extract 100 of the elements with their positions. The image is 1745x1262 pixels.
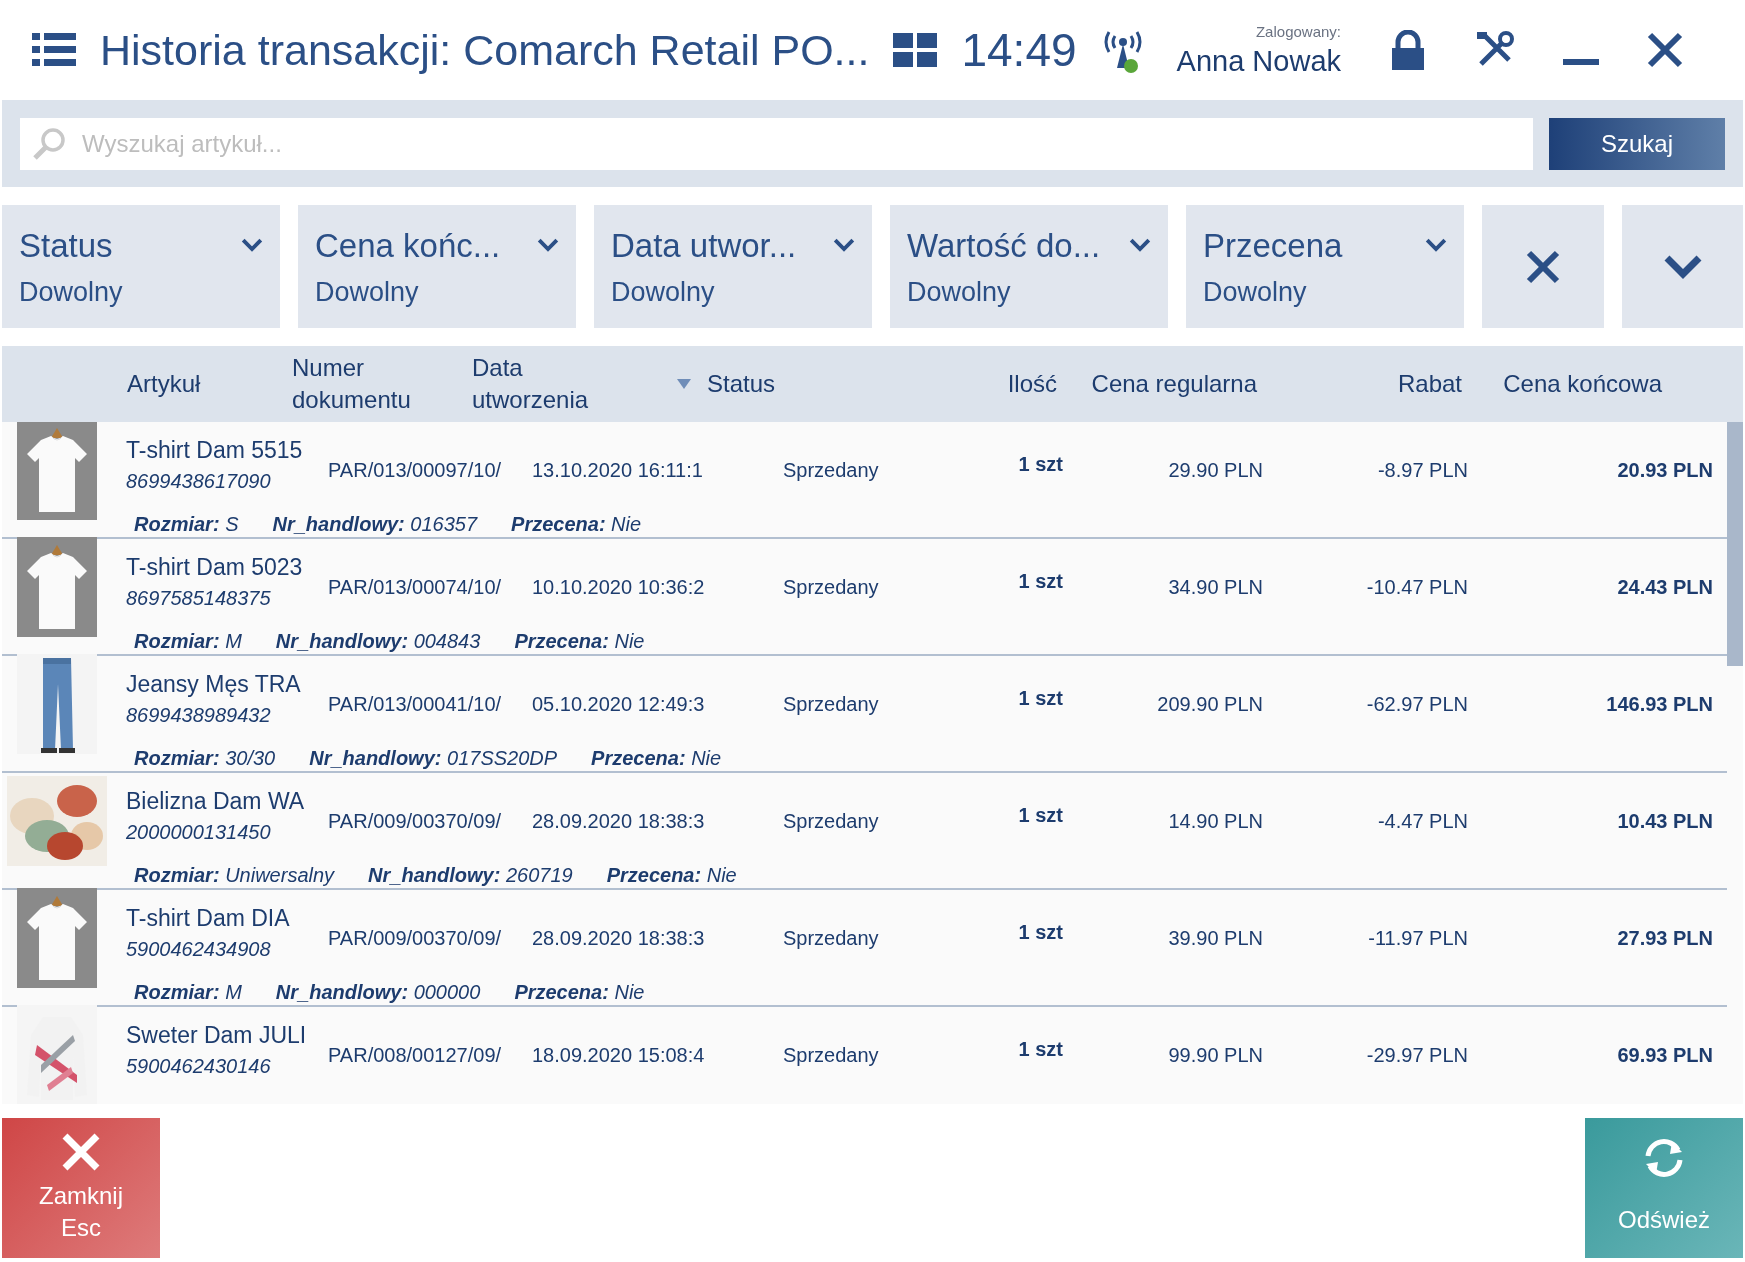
document-number: PAR/009/00370/09/ [328, 926, 502, 951]
date-cell-text: 13.10.2020 16:11:1 [532, 458, 703, 483]
column-header[interactable]: Ilość [1007, 370, 1057, 397]
user-name: Anna Nowak [1176, 44, 1341, 80]
item-detail: Nr_handlowy: 000000 [275, 980, 481, 1005]
item-detail: Przecena: Nie [514, 629, 645, 654]
item-name: Sweter Dam JULI [126, 1021, 307, 1050]
item-code: 8699438989432 [126, 703, 271, 728]
column-header[interactable]: Cena regularna [1091, 370, 1257, 397]
regular-price-cell-text: 209.90 PLN [1157, 692, 1263, 717]
chevron-down-icon [833, 238, 855, 253]
item-detail: Rozmiar: M [134, 629, 242, 654]
document-number: PAR/008/00127/09/ [328, 1043, 502, 1068]
item-detail: Rozmiar: Uniwersalny [134, 863, 335, 888]
filter-dropdown[interactable]: Data utwor... Dowolny [594, 205, 872, 328]
item-detail: Rozmiar: S [134, 512, 239, 537]
filter-dropdown[interactable]: Przecena Dowolny [1186, 205, 1464, 328]
grid-icon[interactable] [893, 33, 938, 67]
close-icon[interactable] [1647, 32, 1683, 68]
filter-dropdown[interactable]: Cena końc... Dowolny [298, 205, 576, 328]
item-code: 5900462430146 [126, 1054, 271, 1079]
item-detail: Przecena: Nie [606, 863, 737, 888]
chevron-down-icon [537, 238, 559, 253]
transaction-row[interactable]: T-shirt Dam 5515 8699438617090 PAR/013/00097/10/ 13.10.2020 16:11:1 Sprzedany 1 szt 29.90 PLN -8.97 PLN 20.93 PLN Rozmiar: S Nr_handlowy: 016357 Przecena: Nie [2, 422, 1727, 539]
lock-icon[interactable] [1389, 30, 1427, 70]
item-detail: Rozmiar: 30/30 [134, 746, 276, 771]
chevron-down-icon [241, 238, 263, 253]
final-price-cell-text: 24.43 PLN [1617, 575, 1713, 600]
status-cell-text: Sprzedany [783, 692, 879, 717]
search-icon [32, 126, 66, 161]
search-field[interactable]: Wyszukaj artykuł... [20, 117, 1533, 170]
item-detail: Rozmiar: M [134, 980, 242, 1005]
transaction-row[interactable]: T-shirt Dam 5023 8697585148375 PAR/013/00074/10/ 10.10.2020 10:36:2 Sprzedany 1 szt 34.90 PLN -10.47 PLN 24.43 PLN Rozmiar: M Nr_handlowy: 004843 Przecena: Nie [2, 539, 1727, 656]
discount-cell-text: -11.97 PLN [1368, 926, 1468, 951]
item-detail: Przecena: Nie [514, 980, 645, 1005]
menu-icon[interactable] [32, 33, 76, 67]
column-header[interactable]: Numer dokumentu [292, 352, 452, 416]
item-detail: Przecena: Nie [591, 746, 722, 771]
close-button[interactable]: Zamknij Esc [2, 1118, 160, 1258]
sort-arrow-icon [677, 379, 691, 389]
quantity-cell-text: 1 szt [1018, 920, 1063, 945]
transaction-row[interactable]: Bielizna Dam WA 2000000131450 PAR/009/00370/09/ 28.09.2020 18:38:3 Sprzedany 1 szt 14.90 PLN -4.47 PLN 10.43 PLN Rozmiar: Uniwersalny Nr_handlowy: 260719 Przecena: Nie [2, 773, 1727, 890]
item-name: Bielizna Dam WA [126, 787, 305, 816]
item-detail: Nr_handlowy: 004843 [275, 629, 481, 654]
window-title: Historia transakcji: Comarch Retail PO... [100, 24, 870, 76]
final-price-cell-text: 27.93 PLN [1617, 926, 1713, 951]
scrollbar[interactable] [1727, 422, 1743, 666]
column-header[interactable]: Data utworzenia [472, 352, 691, 416]
filter-dropdown[interactable]: Status Dowolny [2, 205, 280, 328]
status-cell-text: Sprzedany [783, 1043, 879, 1068]
close-icon [61, 1132, 101, 1172]
regular-price-cell-text: 34.90 PLN [1168, 575, 1263, 600]
chevron-down-icon [1662, 253, 1703, 280]
item-detail: Nr_handlowy: 017SS20DP [309, 746, 558, 771]
final-price-cell-text: 20.93 PLN [1617, 458, 1713, 483]
close-icon [1526, 249, 1560, 284]
quantity-cell-text: 1 szt [1018, 803, 1063, 828]
search-button[interactable]: Szukaj [1549, 117, 1725, 170]
item-name: T-shirt Dam 5023 [126, 553, 303, 582]
date-cell-text: 05.10.2020 12:49:3 [532, 692, 705, 717]
regular-price-cell-text: 39.90 PLN [1168, 926, 1263, 951]
quantity-cell-text: 1 szt [1018, 1037, 1063, 1062]
date-cell-text: 28.09.2020 18:38:3 [532, 809, 705, 834]
final-price-cell-text: 10.43 PLN [1617, 809, 1713, 834]
clear-filters-button[interactable] [1482, 205, 1604, 328]
date-cell-text: 10.10.2020 10:36:2 [532, 575, 705, 600]
item-code: 8699438617090 [126, 469, 271, 494]
discount-cell-text: -62.97 PLN [1366, 692, 1468, 717]
regular-price-cell-text: 29.90 PLN [1168, 458, 1263, 483]
final-price-cell-text: 69.93 PLN [1617, 1043, 1713, 1068]
column-header[interactable]: Cena końcowa [1503, 370, 1662, 397]
transaction-row[interactable]: T-shirt Dam DIA 5900462434908 PAR/009/00370/09/ 28.09.2020 18:38:3 Sprzedany 1 szt 39.90 PLN -11.97 PLN 27.93 PLN Rozmiar: M Nr_handlowy: 000000 Przecena: Nie [2, 890, 1727, 1007]
regular-price-cell-text: 99.90 PLN [1168, 1043, 1263, 1068]
column-header[interactable]: Status [707, 370, 776, 397]
regular-price-cell-text: 14.90 PLN [1168, 809, 1263, 834]
column-header[interactable]: Artykuł [127, 370, 201, 397]
chevron-down-icon [1425, 238, 1447, 253]
date-cell-text: 18.09.2020 15:08:4 [532, 1043, 705, 1068]
clock-time: 14:49 [961, 22, 1077, 78]
item-name: Jeansy Męs TRA [126, 670, 301, 699]
final-price-cell-text: 146.93 PLN [1606, 692, 1713, 717]
date-cell-text: 28.09.2020 18:38:3 [532, 926, 705, 951]
transaction-row[interactable]: Jeansy Męs TRA 8699438989432 PAR/013/00041/10/ 05.10.2020 12:49:3 Sprzedany 1 szt 209.90 PLN -62.97 PLN 146.93 PLN Rozmiar: 30/30 Nr_handlowy: 017SS20DP Przecena: Nie [2, 656, 1727, 773]
status-cell-text: Sprzedany [783, 809, 879, 834]
document-number: PAR/013/00041/10/ [328, 692, 502, 717]
discount-cell-text: -4.47 PLN [1377, 809, 1468, 834]
item-name: T-shirt Dam 5515 [126, 436, 303, 465]
quantity-cell-text: 1 szt [1018, 569, 1063, 594]
minimize-icon[interactable] [1563, 57, 1599, 67]
filter-dropdown[interactable]: Wartość do... Dowolny [890, 205, 1168, 328]
status-cell-text: Sprzedany [783, 458, 879, 483]
document-number: PAR/013/00097/10/ [328, 458, 502, 483]
status-cell-text: Sprzedany [783, 926, 879, 951]
logged-in-label: Zalogowany: [1255, 21, 1341, 42]
item-code: 2000000131450 [126, 820, 271, 845]
item-detail: Nr_handlowy: 260719 [368, 863, 573, 888]
item-code: 8697585148375 [126, 586, 271, 611]
document-number: PAR/009/00370/09/ [328, 809, 502, 834]
quantity-cell-text: 1 szt [1018, 686, 1063, 711]
column-header[interactable]: Rabat [1397, 370, 1462, 397]
